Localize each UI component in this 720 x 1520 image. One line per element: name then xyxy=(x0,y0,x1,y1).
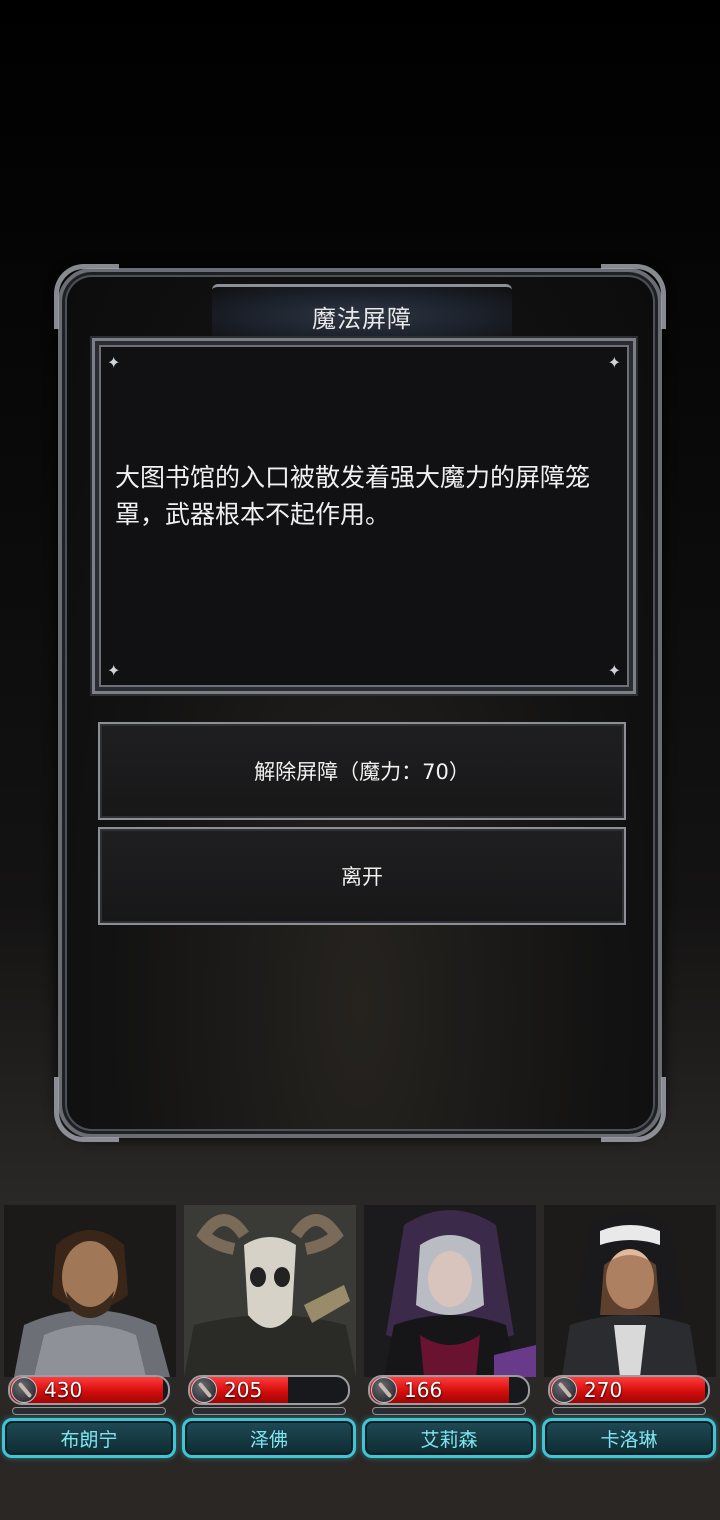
sparkle-icon: ✦ xyxy=(107,661,121,680)
sparkle-icon: ✦ xyxy=(607,353,621,372)
hp-value: 270 xyxy=(584,1378,623,1402)
sword-emblem-icon xyxy=(371,1377,397,1403)
sword-emblem-icon xyxy=(11,1377,37,1403)
hp-value: 166 xyxy=(404,1378,443,1402)
party-bar: 430 布朗宁 205 泽佛 166 艾莉森 270 卡洛琳 xyxy=(0,1205,720,1470)
secondary-bar xyxy=(552,1407,706,1415)
frame-ornament xyxy=(601,1077,666,1142)
party-member[interactable]: 430 布朗宁 xyxy=(0,1205,180,1470)
sword-emblem-icon xyxy=(191,1377,217,1403)
hp-bar: 166 xyxy=(368,1375,530,1405)
party-member[interactable]: 205 泽佛 xyxy=(180,1205,360,1470)
frame-ornament xyxy=(54,1077,119,1142)
secondary-bar xyxy=(192,1407,346,1415)
story-text: 大图书馆的入口被散发着强大魔力的屏障笼罩，武器根本不起作用。 xyxy=(115,463,591,529)
party-member[interactable]: 270 卡洛琳 xyxy=(540,1205,720,1470)
hp-value: 430 xyxy=(44,1378,83,1402)
hp-bar: 270 xyxy=(548,1375,710,1405)
hp-bar: 205 xyxy=(188,1375,350,1405)
hp-value: 205 xyxy=(224,1378,263,1402)
character-portrait[interactable] xyxy=(4,1205,176,1377)
story-text-panel: ✦ ✦ ✦ ✦ 大图书馆的入口被散发着强大魔力的屏障笼罩，武器根本不起作用。 xyxy=(92,338,636,694)
dialog-title: 魔法屏障 xyxy=(312,304,412,333)
character-portrait[interactable] xyxy=(184,1205,356,1377)
secondary-bar xyxy=(12,1407,166,1415)
character-portrait[interactable] xyxy=(364,1205,536,1377)
character-name-button[interactable]: 卡洛琳 xyxy=(542,1418,716,1458)
frame-ornament xyxy=(601,264,666,329)
event-dialog: 魔法屏障 ✦ ✦ ✦ ✦ 大图书馆的入口被散发着强大魔力的屏障笼罩，武器根本不起… xyxy=(54,264,666,1142)
game-screen: 魔法屏障 ✦ ✦ ✦ ✦ 大图书馆的入口被散发着强大魔力的屏障笼罩，武器根本不起… xyxy=(0,0,720,1520)
remove-barrier-button[interactable]: 解除屏障（魔力：70） xyxy=(98,722,626,820)
sword-emblem-icon xyxy=(551,1377,577,1403)
character-portrait[interactable] xyxy=(544,1205,716,1377)
character-name-button[interactable]: 泽佛 xyxy=(182,1418,356,1458)
party-member[interactable]: 166 艾莉森 xyxy=(360,1205,540,1470)
character-name-button[interactable]: 艾莉森 xyxy=(362,1418,536,1458)
sparkle-icon: ✦ xyxy=(107,353,121,372)
character-name-button[interactable]: 布朗宁 xyxy=(2,1418,176,1458)
sparkle-icon: ✦ xyxy=(607,661,621,680)
secondary-bar xyxy=(372,1407,526,1415)
hp-bar: 430 xyxy=(8,1375,170,1405)
leave-button[interactable]: 离开 xyxy=(98,827,626,925)
frame-ornament xyxy=(54,264,119,329)
